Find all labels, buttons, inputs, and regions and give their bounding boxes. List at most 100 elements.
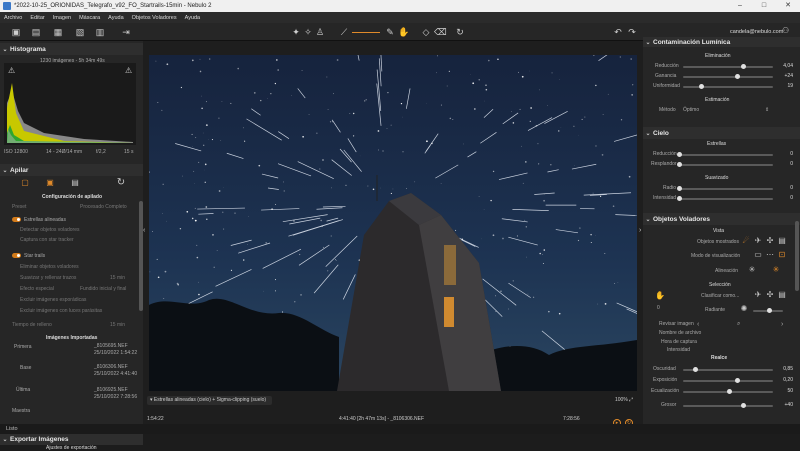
preset-select[interactable]: Procesado Completo [80, 204, 127, 210]
reset-stack-icon[interactable]: ↻ [116, 178, 126, 188]
cielo-header[interactable]: ⌄ Cielo [643, 127, 800, 139]
stack-mode-2-icon[interactable]: ▣ [45, 178, 55, 188]
other-objects-icon[interactable]: ▤ [777, 236, 787, 246]
review-prev-icon[interactable]: ‹ [697, 321, 699, 328]
classify-satellite-icon[interactable]: ✣ [765, 290, 775, 300]
maximize-button[interactable]: □ [752, 0, 776, 12]
refresh-icon[interactable]: ↻ [454, 26, 466, 38]
radio-value[interactable]: 0 [779, 185, 793, 191]
sparkle-tool-icon[interactable]: ✦ [290, 26, 302, 38]
metodo-select[interactable]: Óptimo [683, 107, 699, 113]
stack-mode-1-icon[interactable]: ▢ [20, 178, 30, 188]
excluir-esp-checkbox[interactable]: Excluir imágenes esporádicas [20, 297, 86, 303]
person-tool-icon[interactable]: ♙ [314, 26, 326, 38]
objetos-header[interactable]: ⌄ Objetos Voladores [643, 213, 800, 225]
stack-mode-3-icon[interactable]: ▤ [70, 178, 80, 188]
fit-icon[interactable]: ⤢ [629, 397, 633, 403]
first-file[interactable]: _8105695.NEF [94, 343, 128, 349]
uniformidad-slider[interactable] [683, 86, 773, 88]
oscuridad-value[interactable]: 0,85 [779, 366, 793, 372]
cielo-reduccion-value[interactable]: 0 [779, 151, 793, 157]
exposicion-slider[interactable] [683, 380, 773, 382]
reduccion-knob[interactable] [741, 64, 746, 69]
align-on-icon[interactable]: ✳ [771, 265, 781, 275]
ecualizacion-value[interactable]: 50 [779, 388, 793, 394]
brush-size-slider[interactable] [352, 32, 380, 33]
save-project-icon[interactable]: ▤ [30, 26, 42, 38]
estrellas-alineadas-toggle[interactable] [12, 217, 21, 222]
tiempo-value[interactable]: 15 min [110, 322, 125, 328]
intensidad-slider[interactable] [679, 198, 773, 200]
view-lines-icon[interactable]: ▭ [753, 250, 763, 260]
menu-ayuda[interactable]: Ayuda [185, 15, 201, 21]
eraser-tool-icon[interactable]: ◇ [420, 26, 432, 38]
menu-ayuda-1[interactable]: Ayuda [108, 15, 124, 21]
menu-editar[interactable]: Editar [30, 15, 44, 21]
contaminacion-header[interactable]: ⌄ Contaminación Lumínica [643, 37, 800, 47]
last-file[interactable]: _8106925.NEF [94, 387, 128, 393]
add-images-icon[interactable]: ▦ [52, 26, 64, 38]
review-search-icon[interactable]: ⌕ [737, 321, 740, 328]
intensidad-value[interactable]: 0 [779, 195, 793, 201]
captura-checkbox[interactable]: Captura con star tracker [20, 237, 74, 243]
uniformidad-knob[interactable] [699, 84, 704, 89]
menu-imagen[interactable]: Imagen [53, 15, 71, 21]
user-icon[interactable]: ⚇ [782, 26, 789, 35]
oscuridad-knob[interactable] [693, 367, 698, 372]
detectar-checkbox[interactable]: Detectar objetos voladores [20, 227, 79, 233]
align-off-icon[interactable]: ✳ [747, 265, 757, 275]
menu-mascara[interactable]: Máscara [79, 15, 100, 21]
radio-slider[interactable] [679, 188, 773, 190]
excluir-luces-checkbox[interactable]: Excluir imágenes con luces parásitas [20, 308, 102, 314]
ganancia-slider[interactable] [683, 76, 773, 78]
menu-objetos-voladores[interactable]: Objetos Voladores [132, 15, 177, 21]
hand-select-icon[interactable]: ✋ [655, 291, 665, 301]
file-view-icon[interactable]: ▥ [94, 26, 106, 38]
grosor-slider[interactable] [683, 405, 773, 407]
resplandor-knob[interactable] [677, 162, 682, 167]
image-view-icon[interactable]: ▧ [74, 26, 86, 38]
main-photo[interactable] [149, 55, 637, 391]
eliminar-checkbox[interactable]: Eliminar objetos voladores [20, 264, 79, 270]
cielo-reduccion-knob[interactable] [677, 152, 682, 157]
exposicion-value[interactable]: 0,20 [779, 377, 793, 383]
export-icon[interactable]: ⇥ [120, 26, 132, 38]
suavizar-checkbox[interactable]: Suavizar y rellenar trazos [20, 275, 76, 281]
ganancia-knob[interactable] [735, 74, 740, 79]
redo-icon[interactable]: ↷ [626, 26, 638, 38]
ecualizacion-knob[interactable] [727, 389, 732, 394]
right-scrollbar[interactable] [795, 221, 799, 291]
prev-panel-arrow[interactable]: ‹ [143, 227, 147, 237]
reduccion-value[interactable]: 4,04 [779, 63, 793, 69]
meteor-icon[interactable]: ☄ [741, 236, 751, 246]
suavizar-value[interactable]: 15 min [110, 275, 125, 281]
menu-archivo[interactable]: Archivo [4, 15, 22, 21]
star-trails-toggle[interactable] [12, 253, 21, 258]
review-next-icon[interactable]: › [781, 321, 783, 328]
efecto-value[interactable]: Fundido inicial y final [80, 286, 126, 292]
ganancia-value[interactable]: +24 [779, 73, 793, 79]
cielo-reduccion-slider[interactable] [679, 154, 773, 156]
clear-tool-icon[interactable]: ⌫ [434, 26, 446, 38]
clasificar-label[interactable]: Clasificar como... [701, 293, 739, 299]
hand-tool-icon[interactable]: ✋ [398, 26, 410, 38]
reduccion-slider[interactable] [683, 66, 773, 68]
grosor-knob[interactable] [741, 403, 746, 408]
stack-mode-dropdown[interactable]: ▾ Estrellas alineadas (cielo) + Sigma-cl… [147, 396, 272, 405]
zoom-level[interactable]: 100% [615, 397, 628, 403]
exportar-header[interactable]: ⌄ Exportar Imágenes [0, 433, 143, 445]
base-file[interactable]: _8106306.NEF [94, 364, 128, 370]
metodo-dropdown-icon[interactable]: ⇕ [765, 107, 769, 113]
exposicion-knob[interactable] [735, 378, 740, 383]
radiante-knob[interactable] [767, 308, 772, 313]
intensidad-knob[interactable] [677, 196, 682, 201]
resplandor-slider[interactable] [679, 164, 773, 166]
open-project-icon[interactable]: ▣ [10, 26, 22, 38]
radio-knob[interactable] [677, 186, 682, 191]
classify-plane-icon[interactable]: ✈ [753, 290, 763, 300]
resplandor-value[interactable]: 0 [779, 161, 793, 167]
radiant-icon[interactable]: ✺ [739, 304, 749, 314]
plane-icon[interactable]: ✈ [753, 236, 763, 246]
undo-icon[interactable]: ↶ [612, 26, 624, 38]
histogram-header[interactable]: ⌄ Histograma [0, 43, 143, 55]
